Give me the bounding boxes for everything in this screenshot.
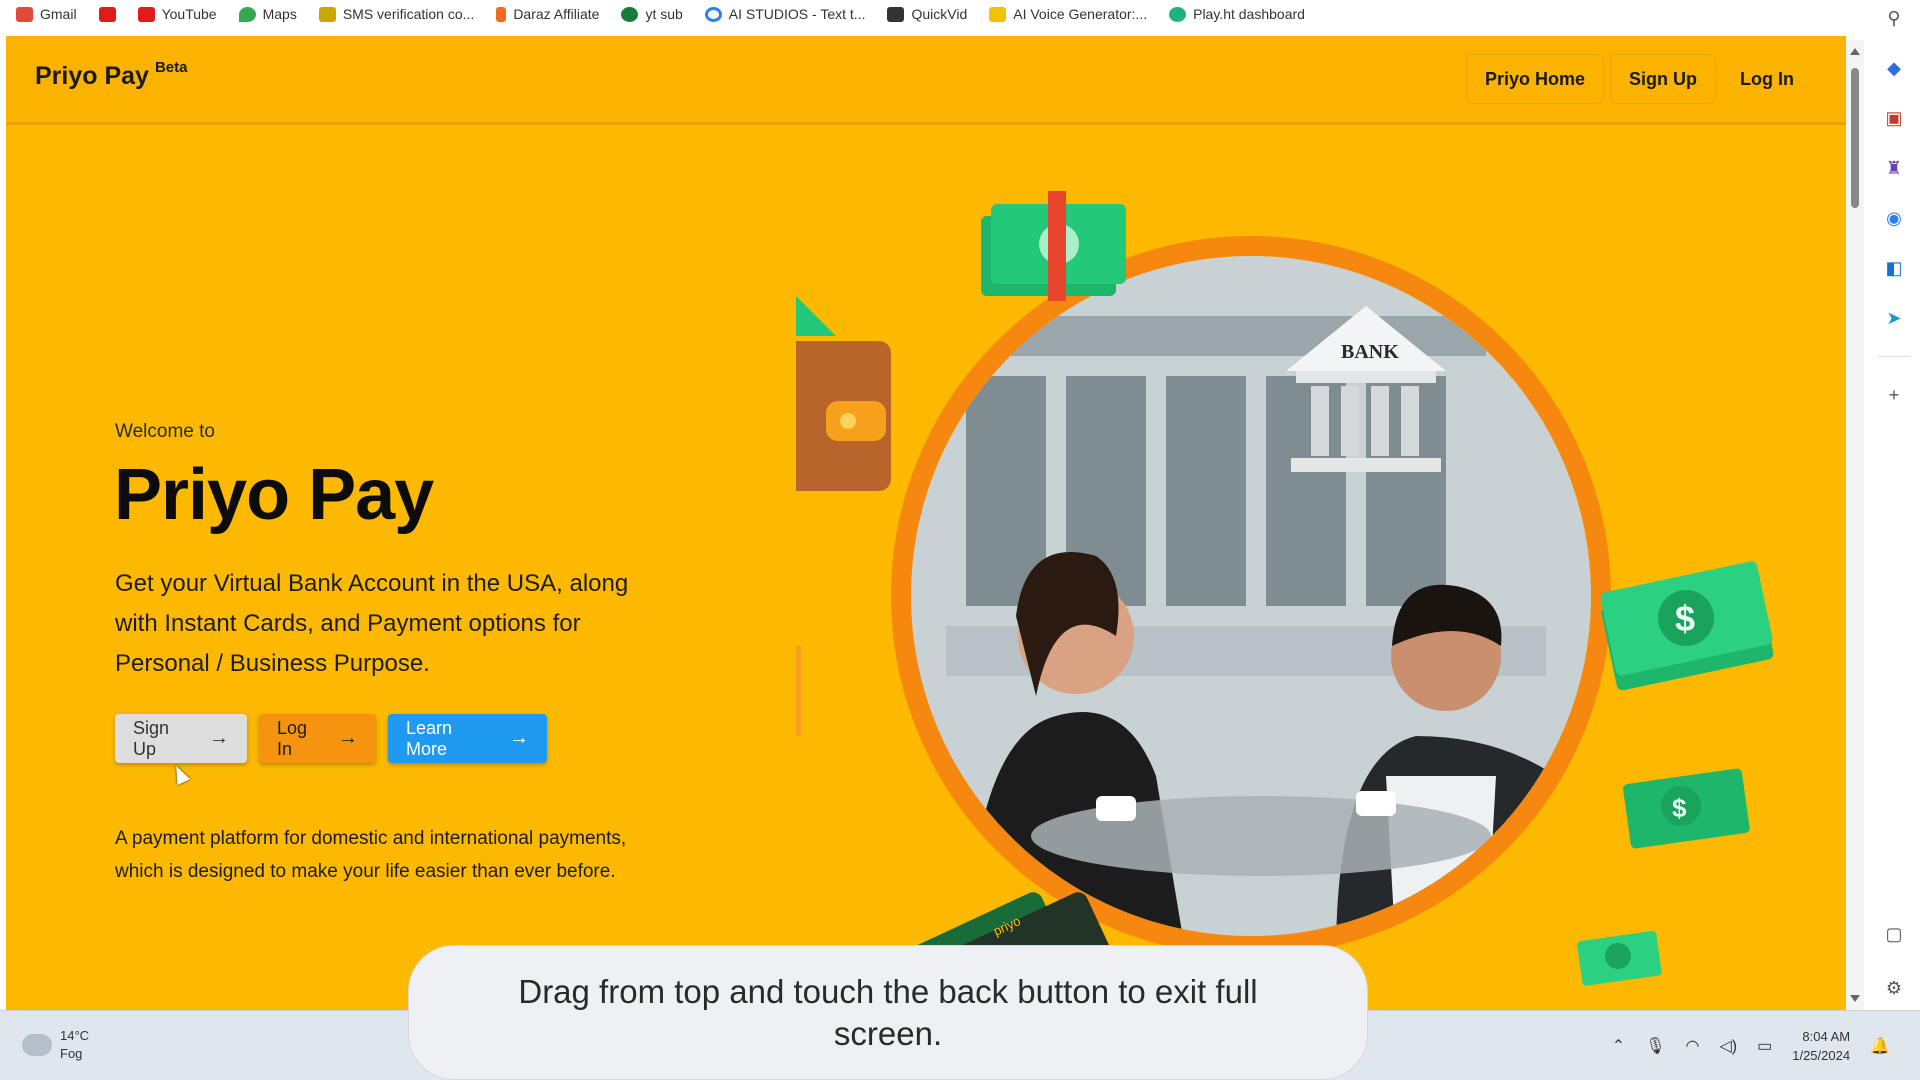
wifi-icon[interactable]: ◠ [1686,1036,1700,1056]
beta-badge: Beta [154,59,188,76]
sign-up-button[interactable]: Sign Up → [115,714,247,763]
nav-priyo-home[interactable]: Priyo Home [1465,54,1605,104]
sidebar-toggle-icon[interactable]: ▢ [1882,922,1906,946]
scroll-thumb[interactable] [1851,68,1859,208]
battery-icon[interactable]: ▭ [1757,1036,1772,1056]
hero-subtext: A payment platform for domestic and inte… [115,828,627,882]
bookmark-daraz[interactable]: Daraz Affiliate [496,6,599,22]
add-icon[interactable]: + [1882,383,1906,407]
speaker-icon[interactable]: ◁) [1719,1036,1737,1056]
youtube-icon [137,6,155,22]
tag-icon[interactable]: ◆ [1882,56,1906,80]
notification-bell-icon[interactable]: 🔔 [1870,1036,1890,1056]
cta-row: Sign Up → Log In → Learn More → [115,714,547,763]
nav-log-in[interactable]: Log In [1722,54,1812,104]
send-icon[interactable]: ➤ [1882,306,1906,330]
fog-cloud-icon [22,1034,52,1056]
wallet-icon [796,296,891,491]
bookmark-voice[interactable]: AI Voice Generator:... [989,6,1147,22]
nav-links: Priyo Home Sign Up Log In [1465,54,1812,104]
clock-time: 8:04 AM [1802,1029,1851,1044]
voice-icon [989,6,1007,22]
bookmark-quickvid[interactable]: QuickVid [887,6,967,22]
brand-name: Priyo Pay [35,62,149,90]
sms-icon [318,6,336,22]
cash-bill-icon: $ [1600,561,1774,691]
hero-illustration: BANK $ $ priyo [796,191,1774,1010]
navbar: Priyo Pay Beta Priyo Home Sign Up Log In [6,36,1846,125]
welcome-text: Welcome to [115,421,215,442]
log-in-button[interactable]: Log In → [259,714,376,763]
copilot-icon[interactable]: ◉ [1882,206,1906,230]
arrow-right-icon: → [509,727,529,749]
ytsub-icon [621,6,639,22]
maps-pin-icon [238,6,256,22]
daraz-icon [496,6,507,22]
quickvid-icon [887,6,905,22]
weather-desc: Fog [60,1046,83,1061]
youtube-icon [98,6,116,22]
search-icon[interactable]: ⚲ [1882,6,1906,30]
bookmark-youtube-icon-only[interactable] [98,6,116,22]
brand-logo[interactable]: Priyo Pay Beta [35,59,188,91]
clock[interactable]: 8:04 AM 1/25/2024 [1792,1027,1850,1065]
arrow-right-icon: → [209,727,229,749]
mouse-cursor [169,762,191,786]
bookmark-playht[interactable]: Play.ht dashboard [1169,6,1305,22]
settings-gear-icon[interactable]: ⚙ [1882,976,1906,1000]
svg-text:$: $ [1672,793,1687,823]
cash-bill-icon [1577,931,1662,986]
cash-bill-icon: $ [1623,768,1750,849]
bookmark-gmail[interactable]: Gmail [16,6,77,22]
learn-more-button[interactable]: Learn More → [388,714,547,763]
browser-sidebar: ⚲ ◆ ▣ ♜ ◉ ◧ ➤ + ▢ ⚙ [1868,0,1920,1010]
bookmark-ytsub[interactable]: yt sub [621,6,683,22]
arrow-right-icon: → [338,727,358,749]
weather-temp: 14°C [60,1028,90,1043]
scroll-up-arrow-icon[interactable] [1850,48,1860,55]
svg-text:$: $ [1675,598,1695,639]
system-tray: ⌃ 🎙 ◠ ◁) ▭ 8:04 AM 1/25/2024 🔔 [1612,1027,1890,1065]
sidebar-divider [1877,356,1911,357]
money-stack-icon [981,191,1126,301]
bookmark-sms[interactable]: SMS verification co... [318,6,474,22]
nav-sign-up[interactable]: Sign Up [1610,54,1717,104]
aistudios-icon [704,6,722,22]
gmail-icon [16,6,33,22]
outlook-icon[interactable]: ◧ [1882,256,1906,280]
bookmark-youtube[interactable]: YouTube [137,6,217,22]
envelope-icon [796,646,801,736]
briefcase-icon[interactable]: ▣ [1882,106,1906,130]
bookmarks-bar: Gmail YouTube Maps SMS verification co..… [0,0,1920,28]
page-scrollbar[interactable] [1846,40,1864,1010]
hero-title: Priyo Pay [114,455,434,535]
fullscreen-toast: Drag from top and touch the back button … [408,945,1368,1080]
page-viewport: Priyo Pay Beta Priyo Home Sign Up Log In … [6,36,1846,1010]
playht-icon [1169,6,1187,22]
toast-message: Drag from top and touch the back button … [518,972,1258,1052]
bookmark-maps[interactable]: Maps [238,6,297,22]
hero-description: Get your Virtual Bank Account in the USA… [115,570,629,677]
clock-date: 1/25/2024 [1792,1048,1851,1063]
sidebar-bottom: ▢ ⚙ [1868,922,1920,1010]
chess-icon[interactable]: ♜ [1882,156,1906,180]
microphone-icon[interactable]: 🎙 [1645,1036,1665,1056]
chevron-up-icon[interactable]: ⌃ [1612,1036,1625,1056]
weather-widget[interactable]: 14°C Fog [22,1027,89,1063]
bank-label: BANK [1341,341,1399,363]
scroll-down-arrow-icon[interactable] [1850,995,1860,1002]
bookmark-aistudios[interactable]: AI STUDIOS - Text t... [704,6,865,22]
